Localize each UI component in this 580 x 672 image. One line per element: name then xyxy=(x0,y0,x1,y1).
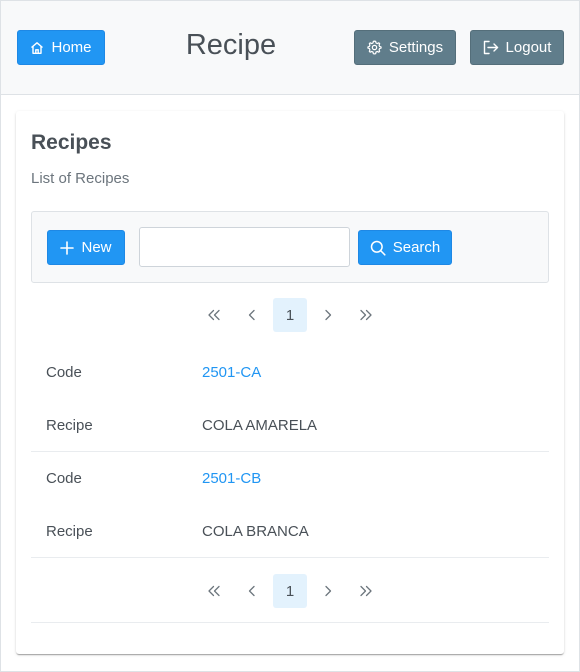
toolbar: New Search xyxy=(31,211,549,283)
recipe-code-link[interactable]: 2501-CA xyxy=(202,364,261,381)
app-title: Recipe xyxy=(185,29,277,61)
list-divider xyxy=(31,622,549,623)
page-button-current[interactable]: 1 xyxy=(273,298,307,332)
chevron-left-icon xyxy=(248,585,255,597)
chevron-right-icon xyxy=(325,309,332,321)
card-title: Recipes xyxy=(31,131,112,154)
home-button-label: Home xyxy=(51,39,92,56)
new-button[interactable]: New xyxy=(47,230,125,265)
record-recipe-row: Recipe COLA AMARELA xyxy=(31,399,549,452)
card-subtitle: List of Recipes xyxy=(31,170,130,187)
logout-button[interactable]: Logout xyxy=(470,30,564,65)
logout-icon xyxy=(483,40,499,55)
recipe-label: Recipe xyxy=(46,416,93,434)
search-input[interactable] xyxy=(139,227,350,267)
page-button-current[interactable]: 1 xyxy=(273,574,307,608)
double-chevron-left-icon xyxy=(208,585,220,597)
recipe-name: COLA AMARELA xyxy=(202,416,318,434)
next-page-button[interactable] xyxy=(311,574,345,608)
paginator-top: 1 xyxy=(16,298,564,332)
recipe-label: Recipe xyxy=(46,522,93,540)
chevron-left-icon xyxy=(248,309,255,321)
code-label: Code xyxy=(46,364,82,381)
double-chevron-left-icon xyxy=(208,309,220,321)
chevron-right-icon xyxy=(325,585,332,597)
top-bar: Home Recipe Settings Logout xyxy=(1,1,579,95)
gear-icon xyxy=(367,40,382,55)
double-chevron-right-icon xyxy=(360,309,372,321)
record-code-row: Code 2501-CB xyxy=(31,452,549,505)
recipe-name: COLA BRANCA xyxy=(202,522,309,540)
recipes-card: Recipes List of Recipes New Search 1 Cod… xyxy=(16,111,564,654)
last-page-button[interactable] xyxy=(349,574,383,608)
previous-page-button[interactable] xyxy=(235,574,269,608)
home-button[interactable]: Home xyxy=(17,30,105,65)
first-page-button[interactable] xyxy=(197,298,231,332)
last-page-button[interactable] xyxy=(349,298,383,332)
search-button-label: Search xyxy=(392,239,441,256)
logout-button-label: Logout xyxy=(505,39,552,56)
previous-page-button[interactable] xyxy=(235,298,269,332)
search-icon xyxy=(370,240,386,256)
double-chevron-right-icon xyxy=(360,585,372,597)
next-page-button[interactable] xyxy=(311,298,345,332)
settings-button[interactable]: Settings xyxy=(354,30,456,65)
record-recipe-row: Recipe COLA BRANCA xyxy=(31,505,549,558)
search-button[interactable]: Search xyxy=(358,230,452,265)
paginator-bottom: 1 xyxy=(16,574,564,608)
settings-button-label: Settings xyxy=(388,39,444,56)
home-icon xyxy=(30,41,44,55)
recipe-list: Code 2501-CA Recipe COLA AMARELA Code 25… xyxy=(31,346,549,558)
plus-icon xyxy=(60,240,75,255)
recipe-code-link[interactable]: 2501-CB xyxy=(202,470,261,487)
code-label: Code xyxy=(46,470,82,487)
first-page-button[interactable] xyxy=(197,574,231,608)
new-button-label: New xyxy=(81,239,112,256)
record-code-row: Code 2501-CA xyxy=(31,346,549,399)
